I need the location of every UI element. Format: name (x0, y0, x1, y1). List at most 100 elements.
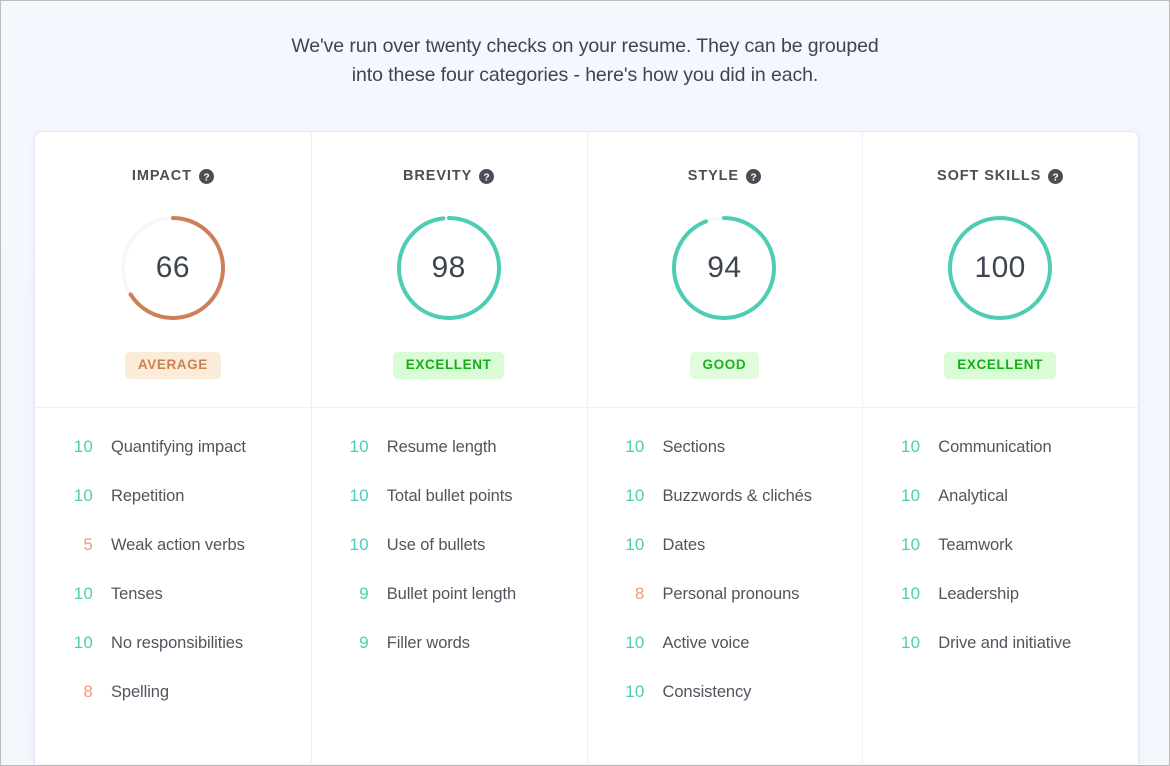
check-row[interactable]: 10 Tenses (35, 584, 311, 633)
check-label: Use of bullets (386, 535, 486, 554)
check-label: Dates (662, 535, 706, 554)
check-row[interactable]: 10 Leadership (862, 584, 1138, 633)
check-label: Personal pronouns (662, 584, 800, 603)
help-circle-icon[interactable]: ? (745, 168, 761, 184)
check-row[interactable]: 10 Analytical (862, 486, 1138, 535)
category-column-style: STYLE? 94 GOOD 10 Sections 10 Buzzwords & clic… (586, 132, 863, 764)
check-row[interactable]: 5 Weak action verbs (35, 535, 311, 584)
check-score: 10 (73, 436, 93, 456)
intro-text: We've run over twenty checks on your res… (2, 2, 1168, 90)
check-row[interactable]: 10 No responsibilities (35, 633, 311, 682)
check-label: Bullet point length (386, 584, 517, 603)
score-donut-brevity: 98 (395, 214, 503, 322)
check-score: 10 (900, 583, 921, 603)
check-score: 8 (83, 681, 93, 701)
category-title: SOFT SKILLS (937, 168, 1042, 184)
rating-badge-brevity: EXCELLENT (392, 352, 505, 379)
check-row[interactable]: 10 Active voice (587, 633, 863, 682)
check-row[interactable]: 10 Total bullet points (311, 486, 587, 535)
check-row[interactable]: 8 Spelling (35, 682, 311, 731)
help-circle-icon[interactable]: ? (1048, 168, 1064, 184)
svg-text:?: ? (1053, 172, 1059, 183)
check-row[interactable]: 10 Resume length (311, 437, 587, 486)
check-score: 9 (359, 583, 369, 603)
category-header-impact: IMPACT? (132, 166, 214, 186)
svg-text:?: ? (203, 172, 209, 183)
check-score: 10 (73, 583, 93, 603)
check-score: 10 (625, 534, 645, 554)
check-row[interactable]: 9 Filler words (311, 633, 587, 682)
check-label: Leadership (938, 584, 1019, 603)
check-row[interactable]: 10 Teamwork (862, 535, 1138, 584)
checks-list-style: 10 Sections 10 Buzzwords & clichés 10 Dates 8 P… (587, 408, 863, 731)
score-value: 98 (431, 251, 466, 284)
intro-line-2: into these four categories - here's how … (351, 64, 819, 86)
check-score: 10 (349, 485, 369, 505)
score-donut-soft-skills: 100 (946, 214, 1054, 322)
check-label: Filler words (386, 633, 470, 652)
check-label: Quantifying impact (111, 437, 246, 456)
rating-badge-soft-skills: EXCELLENT (944, 352, 1056, 379)
check-row[interactable]: 8 Personal pronouns (587, 584, 863, 633)
check-score: 10 (625, 436, 645, 456)
check-label: Analytical (938, 486, 1008, 505)
check-label: Sections (662, 437, 726, 456)
check-label: Weak action verbs (111, 535, 245, 554)
check-row[interactable]: 10 Sections (587, 437, 863, 486)
check-score: 8 (634, 583, 645, 603)
check-row[interactable]: 10 Use of bullets (311, 535, 587, 584)
check-score: 10 (349, 534, 369, 554)
check-score: 10 (73, 485, 93, 505)
check-row[interactable]: 9 Bullet point length (311, 584, 587, 633)
check-label: Teamwork (938, 535, 1013, 554)
category-column-soft-skills: SOFT SKILLS? 100 EXCELLENT 10 Communication 1… (862, 132, 1138, 764)
check-label: No responsibilities (111, 633, 243, 652)
category-title: IMPACT (131, 168, 192, 184)
check-row[interactable]: 10 Communication (862, 437, 1138, 486)
checks-list-impact: 10 Quantifying impact 10 Repetition 5 Weak ac… (35, 408, 311, 731)
check-label: Active voice (662, 633, 750, 652)
category-header-brevity: BREVITY? (403, 166, 495, 186)
check-label: Total bullet points (386, 486, 513, 505)
check-label: Consistency (662, 682, 752, 701)
check-row[interactable]: 10 Quantifying impact (35, 437, 311, 486)
check-label: Communication (938, 437, 1052, 456)
check-score: 10 (900, 534, 921, 554)
category-header-soft-skills: SOFT SKILLS? (937, 166, 1064, 186)
check-score: 10 (625, 485, 645, 505)
checks-list-soft-skills: 10 Communication 10 Analytical 10 Teamwork 10 L… (862, 408, 1138, 682)
check-score: 10 (900, 485, 921, 505)
check-score: 10 (900, 436, 921, 456)
rating-badge-style: GOOD (689, 352, 760, 379)
category-title: BREVITY (403, 168, 473, 184)
category-column-impact: IMPACT? 66 AVERAGE 10 Quantifying impact 10 Re… (35, 132, 311, 764)
category-title: STYLE (687, 168, 739, 184)
check-label: Tenses (111, 584, 163, 603)
score-value: 66 (155, 251, 190, 284)
check-row[interactable]: 10 Drive and initiative (862, 633, 1138, 682)
check-label: Buzzwords & clichés (662, 486, 813, 505)
help-circle-icon[interactable]: ? (198, 168, 214, 184)
check-row[interactable]: 10 Repetition (35, 486, 311, 535)
check-label: Resume length (386, 437, 497, 456)
help-circle-icon[interactable]: ? (479, 168, 495, 184)
category-header-style: STYLE? (688, 166, 761, 186)
check-row[interactable]: 10 Buzzwords & clichés (587, 486, 863, 535)
check-score: 10 (625, 681, 645, 701)
check-score: 10 (349, 436, 369, 456)
svg-text:?: ? (750, 172, 756, 183)
svg-text:?: ? (484, 172, 490, 183)
check-score: 9 (359, 632, 369, 652)
score-value: 94 (707, 251, 742, 284)
check-score: 10 (625, 632, 645, 652)
checks-list-brevity: 10 Resume length 10 Total bullet points 10 Us… (311, 408, 587, 682)
check-row[interactable]: 10 Dates (587, 535, 863, 584)
results-page: We've run over twenty checks on your res… (2, 2, 1168, 764)
score-value: 100 (974, 251, 1026, 284)
score-donut-impact: 66 (119, 214, 227, 322)
check-row[interactable]: 10 Consistency (587, 682, 863, 731)
check-score: 10 (73, 632, 93, 652)
check-label: Repetition (111, 486, 185, 505)
categories-card: IMPACT? 66 AVERAGE 10 Quantifying impact 10 Re… (35, 132, 1138, 764)
rating-badge-impact: AVERAGE (124, 352, 221, 379)
